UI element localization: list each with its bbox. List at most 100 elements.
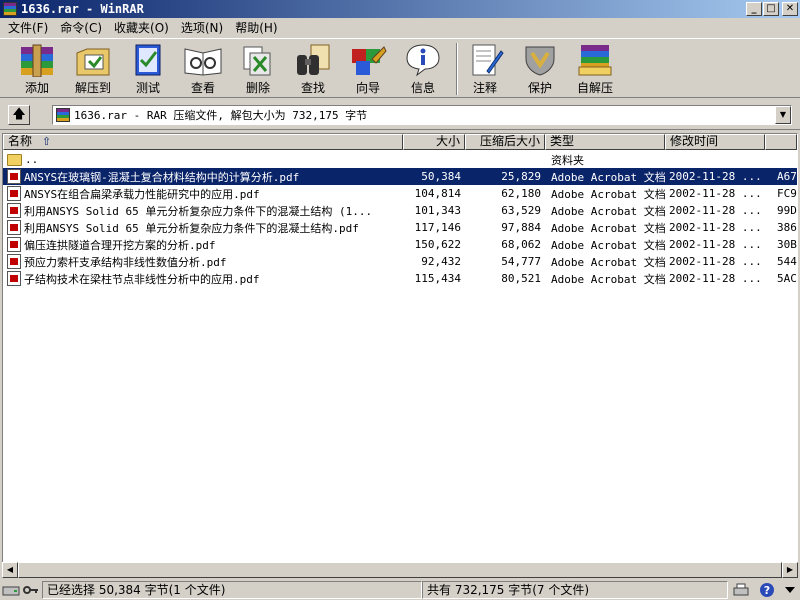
- file-modified: 2002-11-28 ...: [669, 238, 762, 251]
- file-row[interactable]: 子结构技术在梁柱节点非线性分析中的应用.pdf 115,434 80,521 Adob…: [3, 270, 797, 287]
- menu-options[interactable]: 选项(N): [175, 19, 229, 37]
- column-header-row: 名称 ⇧ 大小 压缩后大小 类型 修改时间: [3, 134, 797, 150]
- column-header-size[interactable]: 大小: [403, 134, 465, 150]
- file-type: Adobe Acrobat 文档: [551, 221, 666, 235]
- column-header-crc[interactable]: [765, 134, 797, 150]
- file-modified: 2002-11-28 ...: [669, 255, 762, 268]
- scroll-right-button[interactable]: ▶: [782, 562, 798, 578]
- svg-text:?: ?: [764, 584, 770, 597]
- archive-path-text: 1636.rar - RAR 压缩文件, 解包大小为 732,175 字节: [74, 109, 368, 122]
- file-type: 资料夹: [551, 153, 584, 167]
- scroll-left-button[interactable]: ◀: [2, 562, 18, 578]
- file-name: 预应力索杆支承结构非线性数值分析.pdf: [24, 255, 227, 269]
- file-crc: 544: [777, 255, 797, 268]
- add-archive-icon: [17, 43, 57, 78]
- protect-icon: [520, 43, 560, 77]
- comment-label: 注释: [472, 81, 497, 95]
- view-button[interactable]: 查看: [176, 43, 230, 97]
- protect-button[interactable]: 保护: [513, 43, 567, 97]
- help-icon[interactable]: ?: [758, 582, 776, 598]
- protect-label: 保护: [527, 81, 552, 95]
- file-packed-size: 62,180: [501, 187, 541, 200]
- extract-to-button[interactable]: 解压到: [66, 43, 120, 97]
- wizard-button[interactable]: 向导: [341, 43, 395, 97]
- info-button[interactable]: 信息: [396, 43, 450, 97]
- file-name-cell: 子结构技术在梁柱节点非线性分析中的应用.pdf: [3, 271, 403, 287]
- file-row[interactable]: 利用ANSYS Solid 65 单元分析复杂应力条件下的混凝土结构 (1...…: [3, 202, 797, 219]
- file-type: Adobe Acrobat 文档: [551, 238, 666, 252]
- file-row[interactable]: ANSYS在玻璃钢-混凝土复合材料结构中的计算分析.pdf 50,384 25,82…: [3, 168, 797, 185]
- folder-icon: [7, 153, 22, 166]
- test-button[interactable]: 测试: [121, 43, 175, 97]
- file-crc: 386: [777, 221, 797, 234]
- key-lock-icon[interactable]: [22, 582, 40, 598]
- sort-ascending-icon: ⇧: [41, 135, 52, 148]
- menu-favorites[interactable]: 收藏夹(O): [108, 19, 175, 37]
- file-name-cell: 利用ANSYS Solid 65 单元分析复杂应力条件下的混凝土结构.pdf: [3, 220, 403, 236]
- sfx-button[interactable]: 自解压: [568, 43, 622, 97]
- archive-path-field[interactable]: 1636.rar - RAR 压缩文件, 解包大小为 732,175 字节 ▼: [52, 105, 792, 125]
- maximize-button[interactable]: □: [763, 2, 779, 16]
- status-selected: 已经选择 50,384 字节(1 个文件): [42, 581, 422, 599]
- horizontal-scrollbar[interactable]: ◀ ▶: [2, 562, 798, 578]
- column-header-modified[interactable]: 修改时间: [665, 134, 765, 150]
- file-row[interactable]: 偏压连拱隧道合理开挖方案的分析.pdf 150,622 68,062 Adobe Ac…: [3, 236, 797, 253]
- file-modified: 2002-11-28 ...: [669, 187, 762, 200]
- up-folder-button[interactable]: 🡅: [8, 105, 30, 125]
- pdf-file-icon: [7, 254, 21, 269]
- address-bar: 🡅 1636.rar - RAR 压缩文件, 解包大小为 732,175 字节 …: [0, 100, 800, 130]
- file-name: 偏压连拱隧道合理开挖方案的分析.pdf: [24, 238, 216, 252]
- pdf-file-icon: [7, 169, 21, 184]
- column-header-name[interactable]: 名称 ⇧: [3, 134, 403, 150]
- info-icon: [403, 43, 443, 77]
- wizard-icon: [348, 43, 388, 77]
- file-name: ..: [25, 153, 39, 166]
- column-header-packed[interactable]: 压缩后大小: [465, 134, 545, 150]
- file-size: 150,622: [414, 238, 461, 251]
- file-rows: .. 资料夹 ANSYS在玻璃钢-混凝土复合材料结构中的计算分析.pdf 50,384…: [3, 151, 797, 287]
- file-row[interactable]: 利用ANSYS Solid 65 单元分析复杂应力条件下的混凝土结构.pdf 11…: [3, 219, 797, 236]
- close-button[interactable]: ✕: [782, 2, 798, 16]
- file-packed-size: 25,829: [501, 170, 541, 183]
- file-crc: 30B: [777, 238, 797, 251]
- toolbar: 添加 解压到 测试 查看 删除 查找 向导 信息 注释 保护 自解压: [0, 38, 800, 98]
- menu-help[interactable]: 帮助(H): [229, 19, 283, 37]
- file-row[interactable]: ANSYS在组合扁梁承载力性能研究中的应用.pdf 104,814 62,180 Ad…: [3, 185, 797, 202]
- file-packed-size: 68,062: [501, 238, 541, 251]
- path-dropdown-button[interactable]: ▼: [775, 106, 791, 124]
- winrar-app-icon[interactable]: [3, 2, 17, 16]
- parent-folder-row[interactable]: .. 资料夹: [3, 151, 797, 168]
- file-size: 50,384: [421, 170, 461, 183]
- file-name-cell: 预应力索杆支承结构非线性数值分析.pdf: [3, 254, 403, 270]
- file-size: 117,146: [414, 221, 461, 234]
- find-label: 查找: [300, 81, 325, 95]
- menu-commands[interactable]: 命令(C): [54, 19, 108, 37]
- file-type: Adobe Acrobat 文档: [551, 272, 666, 286]
- file-type: Adobe Acrobat 文档: [551, 187, 666, 201]
- info-label: 信息: [410, 81, 435, 95]
- menu-bar: 文件(F) 命令(C) 收藏夹(O) 选项(N) 帮助(H): [0, 18, 800, 38]
- comment-button[interactable]: 注释: [458, 43, 512, 97]
- menu-file[interactable]: 文件(F): [2, 19, 54, 37]
- delete-icon: [238, 43, 278, 77]
- file-packed-size: 63,529: [501, 204, 541, 217]
- pdf-file-icon: [7, 186, 21, 201]
- network-printer-icon[interactable]: [732, 582, 750, 598]
- scroll-down-icon[interactable]: [782, 582, 800, 598]
- find-button[interactable]: 查找: [286, 43, 340, 97]
- file-row[interactable]: 预应力索杆支承结构非线性数值分析.pdf 92,432 54,777 Adobe Ac…: [3, 253, 797, 270]
- file-crc: 99D: [777, 204, 797, 217]
- sfx-icon: [575, 43, 615, 77]
- find-icon: [293, 43, 333, 77]
- file-modified: 2002-11-28 ...: [669, 272, 762, 285]
- extract-to-label: 解压到: [74, 81, 111, 95]
- file-modified: 2002-11-28 ...: [669, 170, 762, 183]
- delete-button[interactable]: 删除: [231, 43, 285, 97]
- scroll-thumb[interactable]: [18, 562, 782, 578]
- file-list[interactable]: 名称 ⇧ 大小 压缩后大小 类型 修改时间 .. 资料夹 ANSYS在玻璃钢-混凝土…: [2, 133, 798, 578]
- drive-icon[interactable]: [2, 582, 20, 598]
- column-header-type[interactable]: 类型: [545, 134, 665, 150]
- minimize-button[interactable]: _: [746, 2, 762, 16]
- add-button[interactable]: 添加: [10, 43, 64, 97]
- file-name-cell: ANSYS在玻璃钢-混凝土复合材料结构中的计算分析.pdf: [3, 169, 403, 185]
